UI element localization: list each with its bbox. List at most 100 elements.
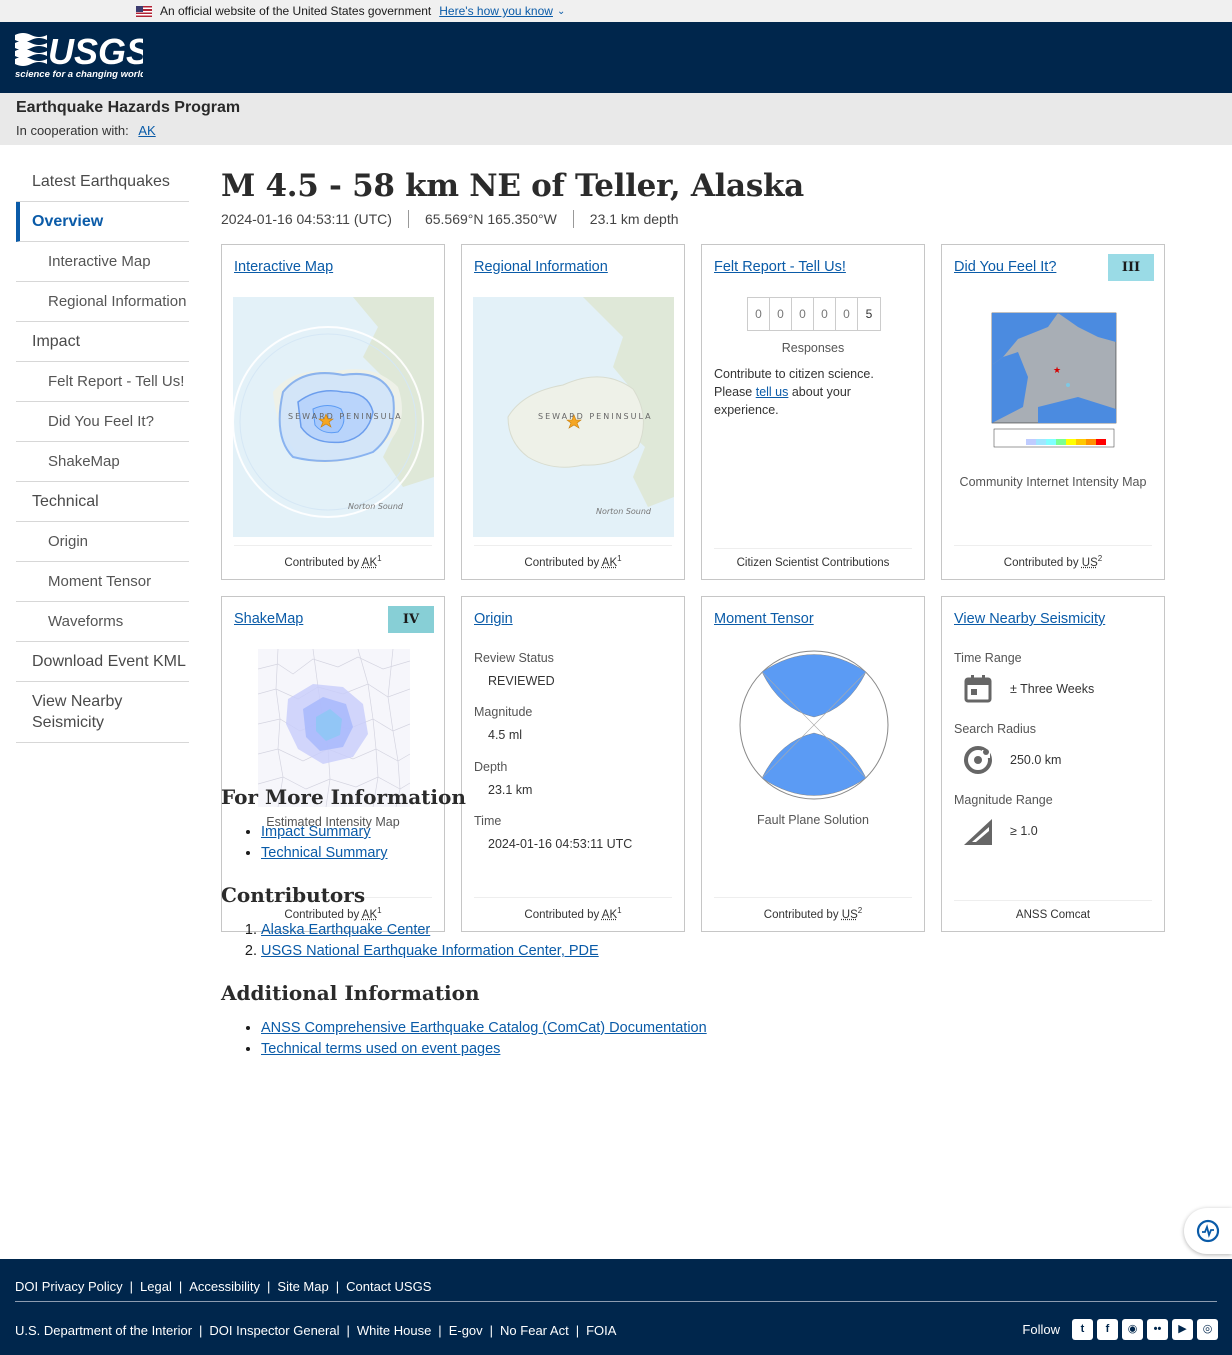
contrib-footer: Contributed by AK1 bbox=[234, 545, 432, 569]
counter-digit: 0 bbox=[836, 298, 858, 330]
footer-link-egov[interactable]: E-gov bbox=[449, 1323, 483, 1338]
counter-digit: 0 bbox=[748, 298, 770, 330]
site-bar: Earthquake Hazards Program In cooperatio… bbox=[0, 93, 1232, 145]
card-title-dyfi[interactable]: Did You Feel It? bbox=[954, 259, 1056, 275]
instagram-icon[interactable]: ◎ bbox=[1197, 1319, 1218, 1340]
nav-overview[interactable]: Overview bbox=[16, 202, 189, 242]
nav-waveforms[interactable]: Waveforms bbox=[16, 602, 189, 642]
origin-review-status: Review Status REVIEWED bbox=[474, 651, 555, 688]
youtube-icon[interactable]: ▶ bbox=[1172, 1319, 1193, 1340]
logo-tagline: science for a changing world bbox=[15, 69, 143, 79]
coop-link-ak[interactable]: AK bbox=[138, 123, 155, 138]
event-depth: 23.1 km depth bbox=[572, 210, 695, 228]
logo-text: USGS bbox=[48, 31, 143, 72]
nav-nearby-seismicity[interactable]: View Nearby Seismicity bbox=[16, 682, 189, 743]
footer-link-foia[interactable]: FOIA bbox=[586, 1323, 616, 1338]
comcat-docs-link[interactable]: ANSS Comprehensive Earthquake Catalog (C… bbox=[261, 1020, 707, 1036]
nav-origin[interactable]: Origin bbox=[16, 522, 189, 562]
regional-map-thumbnail[interactable]: SEWARD PENINSULA Norton Sound bbox=[473, 297, 674, 537]
card-title-interactive-map[interactable]: Interactive Map bbox=[234, 259, 333, 275]
twitter-icon[interactable]: t bbox=[1072, 1319, 1093, 1340]
more-info-heading: For More Information bbox=[221, 785, 466, 809]
card-title-moment-tensor[interactable]: Moment Tensor bbox=[714, 611, 814, 627]
card-title-felt-report[interactable]: Felt Report - Tell Us! bbox=[714, 259, 846, 275]
card-felt-report[interactable]: Felt Report - Tell Us! 0 0 0 0 0 5 Respo… bbox=[701, 244, 925, 580]
footer-link-white-house[interactable]: White House bbox=[357, 1323, 431, 1338]
interactive-map-thumbnail[interactable]: SEWARD PENINSULA Norton Sound bbox=[233, 297, 434, 537]
feedback-button[interactable] bbox=[1184, 1208, 1232, 1254]
footer-link-accessibility[interactable]: Accessibility bbox=[189, 1279, 260, 1294]
tell-us-link[interactable]: tell us bbox=[756, 385, 789, 399]
card-title-shakemap[interactable]: ShakeMap bbox=[234, 611, 303, 627]
dyfi-map-thumbnail[interactable]: ★ bbox=[978, 297, 1130, 457]
card-title-regional[interactable]: Regional Information bbox=[474, 259, 608, 275]
map-label-seward: SEWARD PENINSULA bbox=[288, 412, 403, 421]
time-range-value: ± Three Weeks bbox=[1010, 682, 1095, 696]
card-did-you-feel-it[interactable]: Did You Feel It? III ★ Community Interne… bbox=[941, 244, 1165, 580]
time-range-label: Time Range bbox=[954, 651, 1022, 665]
footer-link-legal[interactable]: Legal bbox=[140, 1279, 172, 1294]
flickr-icon[interactable]: •• bbox=[1147, 1319, 1168, 1340]
footer-link-inspector[interactable]: DOI Inspector General bbox=[209, 1323, 339, 1338]
follow-label: Follow bbox=[1022, 1322, 1060, 1337]
impact-summary-link[interactable]: Impact Summary bbox=[261, 824, 371, 840]
intensity-badge: IV bbox=[388, 606, 434, 633]
technical-summary-link[interactable]: Technical Summary bbox=[261, 845, 388, 861]
chevron-down-icon[interactable]: ⌄ bbox=[557, 6, 565, 17]
card-title-origin[interactable]: Origin bbox=[474, 611, 513, 627]
event-title: M 4.5 - 58 km NE of Teller, Alaska bbox=[221, 168, 804, 204]
footer-link-contact[interactable]: Contact USGS bbox=[346, 1279, 431, 1294]
usgs-logo[interactable]: USGS science for a changing world bbox=[15, 31, 143, 79]
contributors-list: Alaska Earthquake Center USGS National E… bbox=[221, 920, 1121, 962]
cooperation-line: In cooperation with: AK bbox=[16, 123, 1216, 138]
map-label-norton-sound: Norton Sound bbox=[348, 502, 404, 511]
nav-technical[interactable]: Technical bbox=[16, 482, 189, 522]
nav-moment-tensor[interactable]: Moment Tensor bbox=[16, 562, 189, 602]
event-location: 65.569°N 165.350°W bbox=[407, 210, 573, 228]
footer-divider bbox=[15, 1301, 1217, 1302]
search-radius-row: 250.0 km bbox=[962, 744, 1061, 776]
event-time: 2024-01-16 04:53:11 (UTC) bbox=[221, 211, 392, 227]
gov-banner-text: An official website of the United States… bbox=[160, 4, 432, 18]
time-range-row: ± Three Weeks bbox=[962, 673, 1094, 705]
card-title-nearby[interactable]: View Nearby Seismicity bbox=[954, 611, 1105, 627]
origin-magnitude: Magnitude 4.5 ml bbox=[474, 705, 533, 742]
gov-banner: An official website of the United States… bbox=[0, 0, 1232, 22]
footer-link-no-fear[interactable]: No Fear Act bbox=[500, 1323, 569, 1338]
nav-did-you-feel-it[interactable]: Did You Feel It? bbox=[16, 402, 189, 442]
footer-link-doi[interactable]: U.S. Department of the Interior bbox=[15, 1323, 192, 1338]
nav-felt-report[interactable]: Felt Report - Tell Us! bbox=[16, 362, 189, 402]
contrib-footer: Contributed by AK1 bbox=[474, 545, 672, 569]
nav-latest-earthquakes[interactable]: Latest Earthquakes bbox=[16, 162, 189, 202]
contributor-link-us[interactable]: USGS National Earthquake Information Cen… bbox=[261, 943, 599, 959]
nav-shakemap[interactable]: ShakeMap bbox=[16, 442, 189, 482]
nav-download-kml[interactable]: Download Event KML bbox=[16, 642, 189, 682]
footer-link-privacy[interactable]: DOI Privacy Policy bbox=[15, 1279, 123, 1294]
site-title[interactable]: Earthquake Hazards Program bbox=[16, 99, 1216, 117]
github-icon[interactable]: ◉ bbox=[1122, 1319, 1143, 1340]
technical-terms-link[interactable]: Technical terms used on event pages bbox=[261, 1041, 500, 1057]
nav-impact[interactable]: Impact bbox=[16, 322, 189, 362]
nav-interactive-map[interactable]: Interactive Map bbox=[16, 242, 189, 282]
card-regional-information[interactable]: Regional Information SEWARD PENINSULA No… bbox=[461, 244, 685, 580]
card-interactive-map[interactable]: Interactive Map SEWARD PENINSULA Norton … bbox=[221, 244, 445, 580]
nav-regional-information[interactable]: Regional Information bbox=[16, 282, 189, 322]
follow-social: Follow t f ◉ •• ▶ ◎ bbox=[1022, 1319, 1218, 1340]
contrib-network: AK bbox=[601, 557, 618, 569]
footer-row-primary: DOI Privacy Policy | Legal | Accessibility… bbox=[15, 1279, 432, 1294]
footer-row-secondary: U.S. Department of the Interior | DOI Ins… bbox=[15, 1323, 617, 1338]
heres-how-you-know-link[interactable]: Here's how you know bbox=[439, 4, 553, 18]
radius-icon bbox=[964, 746, 992, 774]
calendar-icon bbox=[964, 675, 992, 703]
dyfi-caption: Community Internet Intensity Map bbox=[959, 475, 1147, 489]
contributor-link-ak[interactable]: Alaska Earthquake Center bbox=[261, 922, 430, 938]
main-content: M 4.5 - 58 km NE of Teller, Alaska 2024-… bbox=[221, 162, 1181, 932]
felt-description: Contribute to citizen science. Please te… bbox=[714, 367, 874, 417]
facebook-icon[interactable]: f bbox=[1097, 1319, 1118, 1340]
usgs-header: USGS science for a changing world bbox=[0, 22, 1232, 93]
beachball-diagram[interactable] bbox=[738, 649, 890, 801]
contrib-footer: Contributed by US2 bbox=[954, 545, 1152, 569]
map-label-seward: SEWARD PENINSULA bbox=[538, 412, 653, 421]
footer-link-site-map[interactable]: Site Map bbox=[277, 1279, 328, 1294]
counter-digit: 0 bbox=[770, 298, 792, 330]
